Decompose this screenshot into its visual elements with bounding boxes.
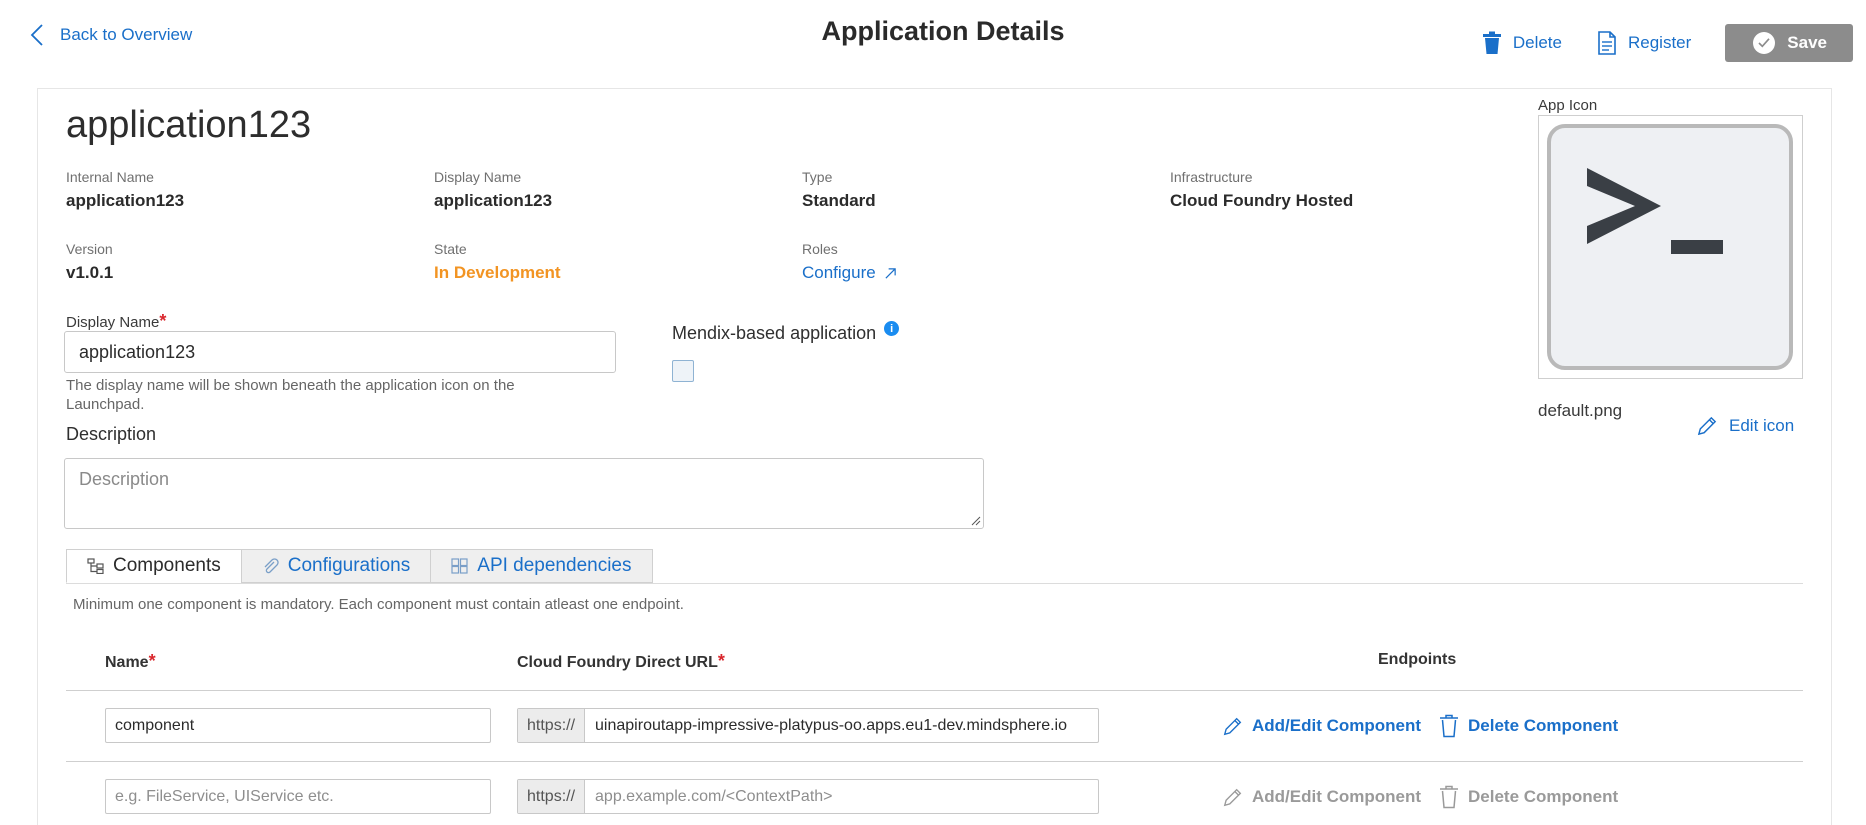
roles-label: Roles	[802, 241, 838, 257]
display-name-input[interactable]: application123	[64, 331, 616, 373]
tab-components-label: Components	[113, 555, 221, 576]
trash-icon	[1482, 31, 1501, 54]
add-edit-component-label: Add/Edit Component	[1252, 787, 1422, 806]
register-button[interactable]: Register	[1596, 31, 1691, 55]
mendix-label-text: Mendix-based application	[672, 323, 877, 343]
required-asterisk: *	[148, 651, 156, 671]
row-divider	[66, 761, 1803, 762]
delete-component-label: Delete Component	[1468, 716, 1619, 735]
external-link-icon	[885, 267, 896, 279]
state-value: In Development	[434, 263, 561, 282]
state-field: State In Development	[434, 241, 561, 283]
configure-roles-link[interactable]: Configure	[802, 263, 897, 283]
tab-configurations[interactable]: Configurations	[240, 549, 432, 583]
display-name-input-label-text: Display Name	[66, 314, 160, 331]
app-icon-preview	[1538, 115, 1803, 379]
type-label: Type	[802, 169, 833, 185]
component-url-input[interactable]: https:// uinapiroutapp-impressive-platyp…	[517, 708, 1099, 743]
register-label: Register	[1627, 33, 1692, 52]
url-placeholder: app.example.com/<ContextPath>	[595, 787, 833, 805]
display-name-help-text: The display name will be shown beneath t…	[66, 377, 515, 413]
document-icon	[1598, 31, 1616, 55]
app-name-heading: application123	[66, 104, 312, 146]
infrastructure-value: Cloud Foundry Hosted	[1170, 191, 1354, 210]
version-value: v1.0.1	[66, 263, 114, 282]
tree-icon	[87, 558, 104, 574]
url-prefix: https://	[518, 709, 586, 742]
add-edit-component-button-disabled[interactable]: Add/Edit Component	[1222, 785, 1421, 809]
url-prefix: https://	[518, 780, 586, 813]
pencil-icon	[1697, 416, 1717, 436]
tab-api-dependencies-label: API dependencies	[477, 555, 632, 576]
display-name-info-value: application123	[434, 191, 553, 210]
display-name-info-field: Display Name application123	[434, 169, 552, 211]
internal-name-label: Internal Name	[66, 169, 154, 185]
type-value: Standard	[802, 191, 876, 210]
new-component-url-input[interactable]: https:// app.example.com/<ContextPath>	[517, 779, 1099, 814]
edit-icon-label: Edit icon	[1729, 415, 1795, 435]
type-field: Type Standard	[802, 169, 876, 211]
endpoints-column-header: Endpoints	[1378, 651, 1457, 668]
table-header-divider	[66, 690, 1803, 691]
header-actions: Delete Register Save	[1481, 24, 1853, 62]
delete-component-button-disabled[interactable]: Delete Component	[1438, 785, 1618, 809]
pencil-icon	[1223, 717, 1242, 736]
save-button[interactable]: Save	[1725, 24, 1853, 62]
internal-name-field: Internal Name application123	[66, 169, 184, 211]
name-header-text: Name	[105, 654, 149, 671]
app-icon-label: App Icon	[1538, 97, 1598, 114]
trash-icon	[1440, 785, 1458, 809]
configure-label: Configure	[802, 263, 876, 282]
url-value: uinapiroutapp-impressive-platypus-oo.app…	[595, 716, 1067, 734]
grid-icon	[451, 558, 468, 574]
save-label: Save	[1787, 33, 1827, 52]
description-placeholder: Description	[79, 469, 170, 489]
add-edit-component-label: Add/Edit Component	[1252, 716, 1422, 735]
required-asterisk: *	[717, 651, 725, 671]
internal-name-value: application123	[66, 191, 185, 210]
trash-icon	[1440, 714, 1458, 738]
tab-divider	[66, 583, 1803, 584]
icon-file-name: default.png	[1538, 401, 1623, 420]
detail-tabs: Components Configurations API dependenci…	[66, 549, 653, 583]
tab-components[interactable]: Components	[66, 549, 242, 583]
top-bar: Back to Overview Application Details Del…	[0, 0, 1866, 80]
components-note: Minimum one component is mandatory. Each…	[73, 596, 684, 613]
tab-configurations-label: Configurations	[287, 555, 411, 576]
infrastructure-label: Infrastructure	[1170, 169, 1253, 185]
paperclip-icon	[264, 558, 279, 574]
delete-button[interactable]: Delete	[1481, 31, 1562, 55]
add-edit-component-button[interactable]: Add/Edit Component	[1222, 714, 1421, 738]
url-column-header: Cloud Foundry Direct URL*	[517, 651, 725, 672]
checkmark-icon	[1753, 32, 1776, 54]
infrastructure-field: Infrastructure Cloud Foundry Hosted	[1170, 169, 1353, 211]
version-field: Version v1.0.1	[66, 241, 113, 283]
resize-handle-icon[interactable]	[971, 516, 981, 526]
tab-api-dependencies[interactable]: API dependencies	[430, 549, 653, 583]
name-column-header: Name*	[105, 651, 156, 672]
info-icon[interactable]: i	[884, 321, 900, 336]
delete-component-label: Delete Component	[1468, 787, 1619, 806]
new-component-name-input[interactable]: e.g. FileService, UIService etc.	[105, 779, 491, 814]
roles-field: Roles Configure	[802, 241, 897, 283]
description-label: Description	[66, 424, 157, 444]
required-asterisk: *	[159, 311, 167, 331]
pencil-icon	[1223, 788, 1242, 807]
mendix-label: Mendix-based application i	[672, 321, 900, 344]
state-label: State	[434, 241, 467, 257]
terminal-icon	[1547, 124, 1793, 370]
mendix-checkbox[interactable]	[672, 360, 694, 382]
edit-icon-button[interactable]: Edit icon	[1696, 414, 1794, 437]
component-name-input[interactable]: component	[105, 708, 491, 743]
url-header-text: Cloud Foundry Direct URL	[517, 654, 718, 671]
display-name-info-label: Display Name	[434, 169, 522, 185]
display-name-input-label: Display Name*	[66, 311, 166, 332]
description-textarea[interactable]: Description	[64, 458, 984, 529]
version-label: Version	[66, 241, 113, 257]
delete-label: Delete	[1512, 33, 1562, 52]
delete-component-button[interactable]: Delete Component	[1438, 714, 1618, 738]
